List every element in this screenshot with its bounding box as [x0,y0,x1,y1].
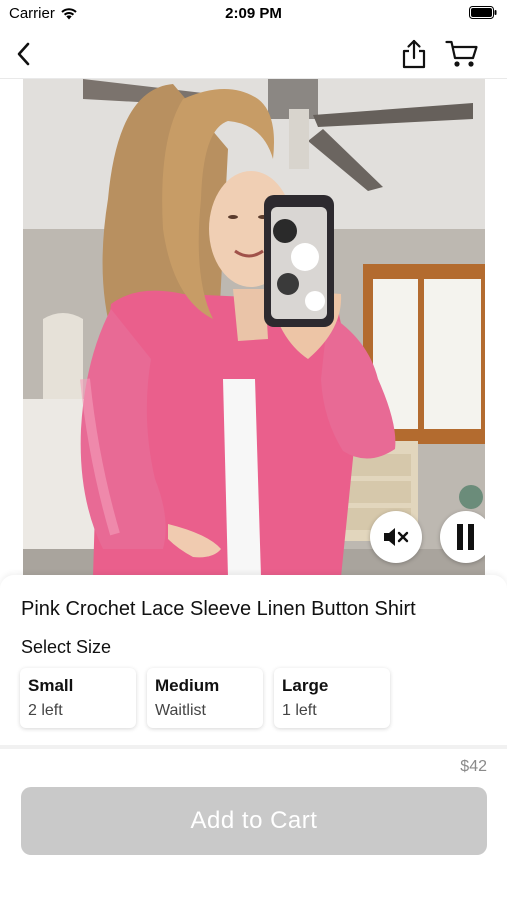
share-icon [402,39,426,69]
size-options: Small 2 left Medium Waitlist Large 1 lef… [20,668,390,728]
product-video[interactable] [23,79,485,577]
cart-button[interactable] [444,36,480,72]
navigation-bar [0,28,507,79]
size-name: Large [282,676,329,695]
size-heading: Select Size [21,637,112,657]
divider [0,745,507,749]
size-option-large[interactable]: Large 1 left [274,668,390,728]
product-sheet: Pink Crochet Lace Sleeve Linen Button Sh… [0,575,507,900]
size-stock: Waitlist [155,702,206,719]
clock: 2:09 PM [225,5,282,22]
size-stock: 2 left [28,702,63,719]
size-option-medium[interactable]: Medium Waitlist [147,668,263,728]
product-title: Pink Crochet Lace Sleeve Linen Button Sh… [21,598,416,620]
size-option-small[interactable]: Small 2 left [20,668,136,728]
pause-icon [457,524,474,550]
pause-button[interactable] [440,511,485,563]
share-button[interactable] [396,36,432,72]
speaker-muted-icon [384,528,409,546]
battery-icon [469,6,497,19]
cart-icon [445,40,478,67]
back-button[interactable] [6,36,42,72]
size-stock: 1 left [282,702,317,719]
size-name: Medium [155,676,220,695]
status-bar: Carrier 2:09 PM [0,0,507,28]
chevron-left-icon [17,42,30,66]
product-video-frame [23,79,485,577]
price-label: $42 [460,758,487,775]
add-to-cart-button[interactable]: Add to Cart [21,787,487,855]
mute-button[interactable] [370,511,422,563]
size-name: Small [28,676,74,695]
